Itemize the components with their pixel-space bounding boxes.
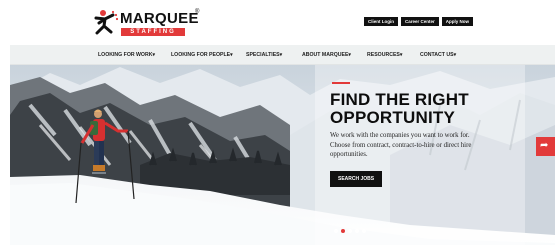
slide-dot-3[interactable] xyxy=(348,229,352,233)
registered-mark: ® xyxy=(195,9,200,15)
hero-title: FIND THE RIGHT OPPORTUNITY xyxy=(330,91,469,127)
brand-logo[interactable]: MARQUEE ® STAFFING xyxy=(93,7,203,39)
nav-contact-us[interactable]: CONTACT US▾ xyxy=(420,45,456,65)
apply-now-button[interactable]: Apply Now xyxy=(441,17,473,26)
slide-dot-2[interactable] xyxy=(341,229,345,233)
main-nav: LOOKING FOR WORK▾ LOOKING FOR PEOPLE▾ SP… xyxy=(10,45,555,65)
slide-dot-5[interactable] xyxy=(362,229,366,233)
runner-logo-icon xyxy=(94,10,119,35)
search-jobs-button[interactable]: SEARCH JOBS xyxy=(330,171,383,187)
nav-looking-for-people[interactable]: LOOKING FOR PEOPLE▾ xyxy=(171,45,233,65)
site-header: MARQUEE ® STAFFING Client Login Career C… xyxy=(0,0,555,44)
nav-resources[interactable]: RESOURCES▾ xyxy=(367,45,402,65)
hero-description: We work with the companies you want to w… xyxy=(330,132,472,159)
slide-dot-1[interactable] xyxy=(334,229,338,233)
share-arrow-icon: ➦ xyxy=(540,140,549,151)
title-accent-bar xyxy=(332,82,350,84)
brand-name: MARQUEE xyxy=(120,10,199,27)
brand-tagline: STAFFING xyxy=(121,28,185,36)
hero-title-line-2: OPPORTUNITY xyxy=(330,108,455,127)
nav-about-marquee[interactable]: ABOUT MARQUEE▾ xyxy=(302,45,351,65)
share-tab-button[interactable]: ➦ xyxy=(536,137,555,156)
nav-specialties[interactable]: SPECIALTIES▾ xyxy=(246,45,282,65)
slide-dot-4[interactable] xyxy=(355,229,359,233)
hero-title-line-1: FIND THE RIGHT xyxy=(330,90,469,109)
slide-indicators xyxy=(334,229,366,233)
client-login-button[interactable]: Client Login xyxy=(363,17,398,26)
career-center-button[interactable]: Career Center xyxy=(400,17,439,26)
nav-looking-for-work[interactable]: LOOKING FOR WORK▾ xyxy=(98,45,155,65)
hero-banner: FIND THE RIGHT OPPORTUNITY We work with … xyxy=(10,65,555,245)
top-button-group: Client Login Career Center Apply Now xyxy=(363,17,473,26)
